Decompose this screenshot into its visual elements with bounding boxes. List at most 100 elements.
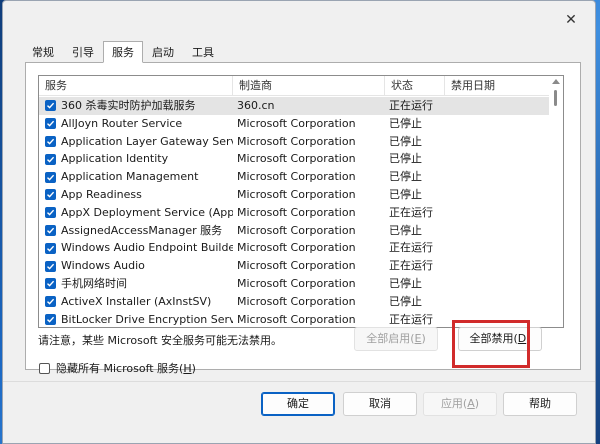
tab-general[interactable]: 常规: [23, 41, 63, 62]
hide-microsoft-services-checkbox[interactable]: 隐藏所有 Microsoft 服务(H): [39, 360, 196, 376]
service-name-cell: Application Management: [39, 168, 233, 186]
checkmark-icon: [47, 245, 55, 252]
service-name-cell: 手机网络时间: [39, 275, 233, 293]
service-name: Application Identity: [61, 152, 169, 166]
service-status: 已停止: [389, 152, 422, 166]
service-name-cell: Application Identity: [39, 150, 233, 168]
service-checkbox[interactable]: [45, 296, 56, 308]
service-name: Windows Audio Endpoint Builder: [61, 241, 233, 255]
service-manufacturer: Microsoft Corporation: [237, 152, 356, 166]
tab-boot[interactable]: 引导: [63, 41, 103, 62]
service-status: 已停止: [389, 223, 422, 237]
service-name-cell: 360 杀毒实时防护加载服务: [39, 97, 233, 115]
service-checkbox[interactable]: [45, 313, 56, 325]
service-name: AssignedAccessManager 服务: [61, 223, 223, 237]
service-checkbox[interactable]: [45, 135, 56, 147]
service-checkbox[interactable]: [45, 153, 56, 165]
service-status: 正在运行: [389, 312, 433, 326]
checkmark-icon: [47, 281, 55, 287]
service-manufacturer: Microsoft Corporation: [237, 241, 356, 255]
service-manufacturer: 360.cn: [237, 99, 275, 112]
checkmark-icon: [47, 263, 55, 270]
service-rows: 360 杀毒实时防护加载服务 360.cn 正在运行 AllJoyn Router S…: [39, 97, 549, 327]
header-disabled-date[interactable]: 禁用日期: [445, 76, 549, 96]
tab-tools[interactable]: 工具: [183, 41, 223, 62]
service-row[interactable]: Windows Audio Microsoft Corporation 正在运行: [39, 257, 549, 275]
service-name-cell: BitLocker Drive Encryption Service: [39, 311, 233, 327]
service-checkbox[interactable]: [45, 100, 56, 112]
service-checkbox[interactable]: [45, 260, 56, 272]
highlight-annotation: [452, 320, 530, 368]
checkmark-icon: [47, 103, 55, 109]
service-name: AppX Deployment Service (AppX...: [61, 205, 233, 219]
service-status: 已停止: [389, 170, 422, 184]
checkmark-icon: [47, 209, 55, 216]
service-name: 360 杀毒实时防护加载服务: [61, 99, 196, 112]
service-checkbox[interactable]: [45, 278, 56, 290]
service-status: 已停止: [389, 294, 422, 308]
service-row[interactable]: Application Identity Microsoft Corporatio…: [39, 150, 549, 168]
service-manufacturer: Microsoft Corporation: [237, 187, 356, 201]
checkmark-icon: [47, 192, 55, 198]
scroll-up-arrow-icon[interactable]: [552, 79, 560, 84]
service-name: Application Management: [61, 170, 199, 184]
cancel-button[interactable]: 取消: [343, 392, 417, 416]
service-name: Windows Audio: [61, 259, 145, 273]
service-manufacturer: Microsoft Corporation: [237, 205, 356, 219]
header-service[interactable]: 服务: [39, 76, 233, 96]
service-name-cell: Application Layer Gateway Service: [39, 133, 233, 151]
scroll-thumb[interactable]: [554, 90, 557, 106]
apply-button[interactable]: 应用(A): [423, 392, 497, 416]
service-row[interactable]: App Readiness Microsoft Corporation 已停止: [39, 186, 549, 204]
service-checkbox[interactable]: [45, 118, 56, 130]
header-status[interactable]: 状态: [385, 76, 445, 96]
service-manufacturer: Microsoft Corporation: [237, 259, 356, 273]
service-manufacturer: Microsoft Corporation: [237, 223, 356, 237]
service-manufacturer: Microsoft Corporation: [237, 170, 356, 184]
service-row[interactable]: Windows Audio Endpoint Builder Microsoft …: [39, 239, 549, 257]
tab-services[interactable]: 服务: [103, 41, 143, 63]
service-checkbox[interactable]: [45, 224, 56, 236]
checkmark-icon: [47, 156, 55, 163]
enable-all-button[interactable]: 全部启用(E): [354, 327, 438, 351]
service-row[interactable]: Application Management Microsoft Corporat…: [39, 168, 549, 186]
help-button[interactable]: 帮助: [503, 392, 577, 416]
service-status: 已停止: [389, 116, 422, 130]
services-list[interactable]: 服务 制造商 状态 禁用日期 360 杀毒实时防护加载服务 360.cn 正在运行 A…: [38, 75, 564, 328]
service-manufacturer: Microsoft Corporation: [237, 116, 356, 130]
checkmark-icon: [47, 138, 55, 145]
service-manufacturer: Microsoft Corporation: [237, 276, 356, 290]
service-name-cell: AssignedAccessManager 服务: [39, 222, 233, 240]
ok-button[interactable]: 确定: [261, 392, 335, 416]
service-checkbox[interactable]: [45, 242, 56, 254]
checkmark-icon: [47, 120, 55, 127]
header-manufacturer[interactable]: 制造商: [233, 76, 385, 96]
checkmark-icon: [47, 316, 55, 323]
service-checkbox[interactable]: [45, 189, 56, 201]
service-status: 正在运行: [389, 241, 433, 255]
service-checkbox[interactable]: [45, 207, 56, 219]
service-checkbox[interactable]: [45, 171, 56, 183]
security-note: 请注意，某些 Microsoft 安全服务可能无法禁用。: [38, 334, 283, 347]
service-name: App Readiness: [61, 187, 142, 201]
tab-startup[interactable]: 启动: [143, 41, 183, 62]
service-row[interactable]: AssignedAccessManager 服务 Microsoft Corpor…: [39, 222, 549, 240]
service-manufacturer: Microsoft Corporation: [237, 294, 356, 308]
service-row[interactable]: 360 杀毒实时防护加载服务 360.cn 正在运行: [39, 97, 549, 115]
service-manufacturer: Microsoft Corporation: [237, 312, 356, 326]
service-status: 正在运行: [389, 205, 433, 219]
service-name: AllJoyn Router Service: [61, 116, 183, 130]
service-name: BitLocker Drive Encryption Service: [61, 312, 233, 326]
service-row[interactable]: AllJoyn Router Service Microsoft Corporat…: [39, 115, 549, 133]
service-name: ActiveX Installer (AxInstSV): [61, 294, 212, 308]
vertical-scrollbar[interactable]: [549, 76, 563, 327]
close-button[interactable]: ✕: [559, 9, 583, 31]
service-name-cell: App Readiness: [39, 186, 233, 204]
service-status: 正在运行: [389, 259, 433, 273]
checkmark-icon: [47, 298, 55, 305]
service-row[interactable]: AppX Deployment Service (AppX... Microsof…: [39, 204, 549, 222]
tab-bar: 常规 引导 服务 启动 工具: [23, 41, 223, 63]
service-row[interactable]: Application Layer Gateway Service Microso…: [39, 133, 549, 151]
service-row[interactable]: ActiveX Installer (AxInstSV) Microsoft Co…: [39, 293, 549, 311]
service-row[interactable]: 手机网络时间 Microsoft Corporation 已停止: [39, 275, 549, 293]
